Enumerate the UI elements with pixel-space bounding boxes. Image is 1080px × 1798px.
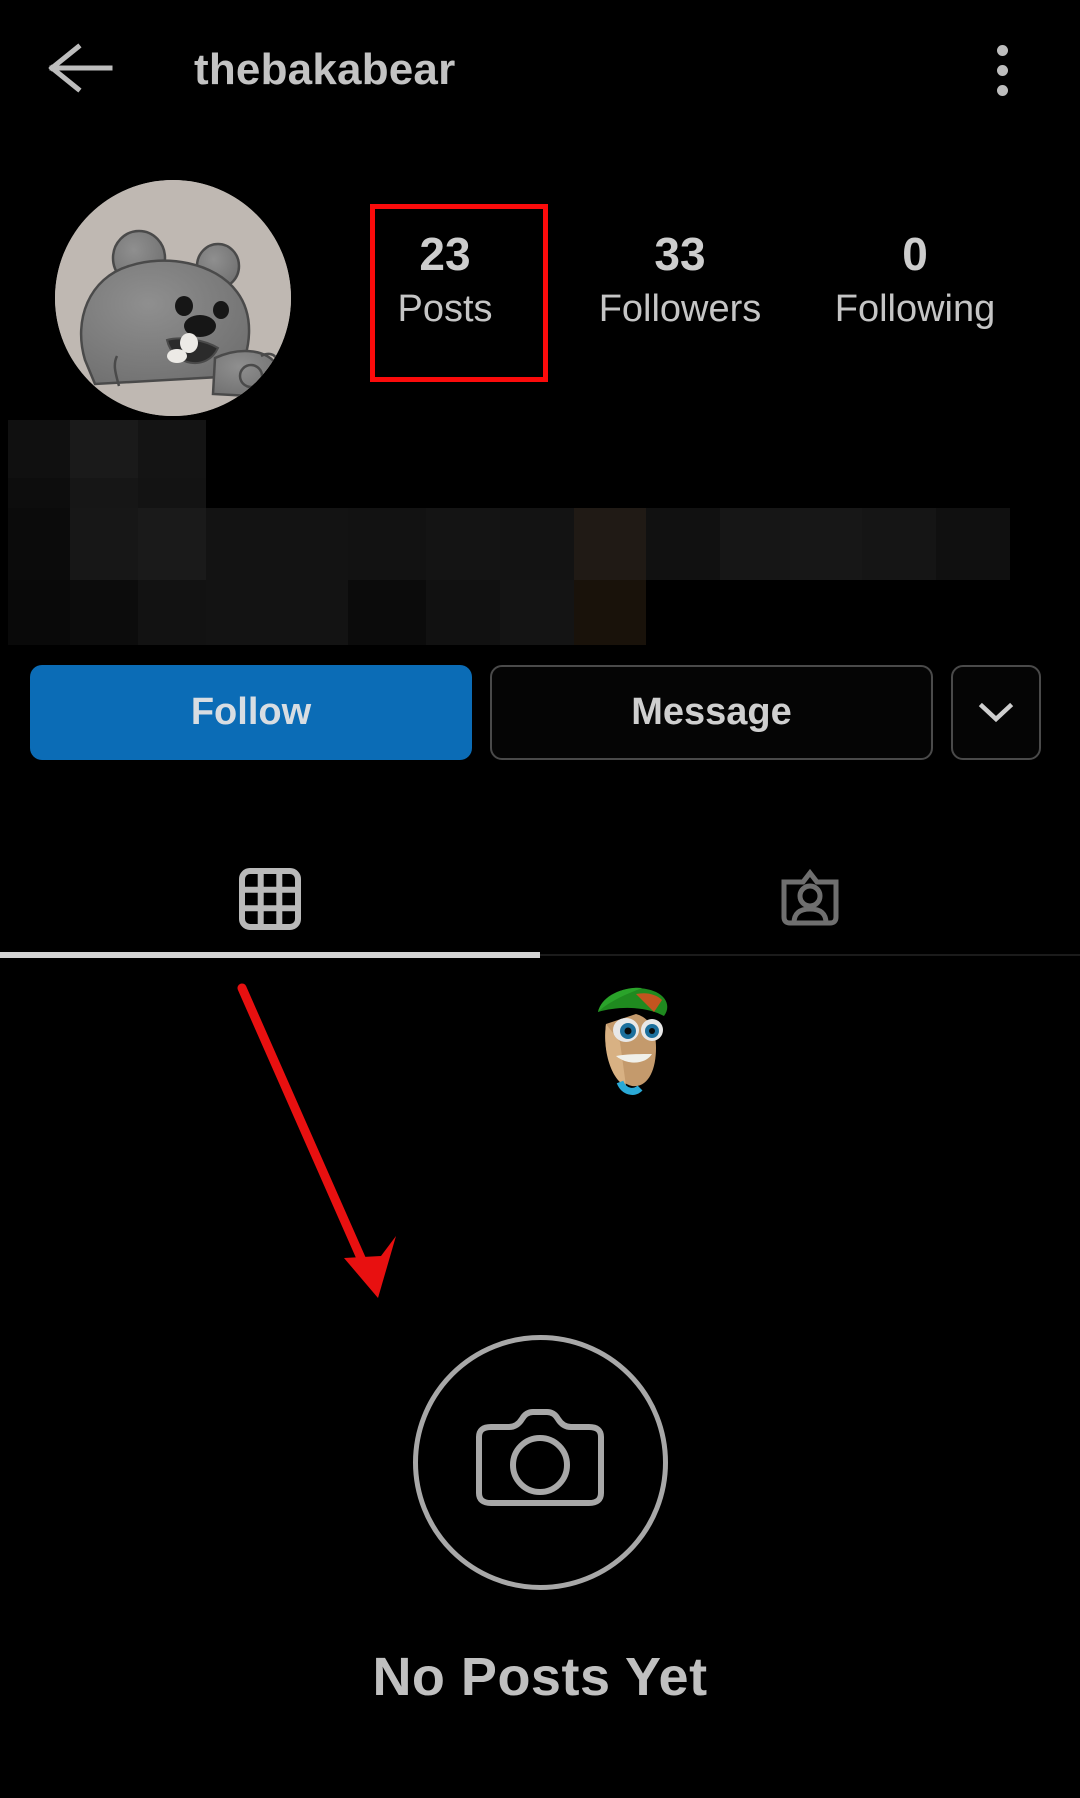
- profile-tabs: [0, 845, 1080, 957]
- message-button[interactable]: Message: [490, 664, 933, 760]
- overflow-menu-button[interactable]: [970, 28, 1034, 112]
- arrow-left-icon: [46, 42, 114, 99]
- profile-header: 23 Posts 33 Followers 0 Following: [0, 162, 1080, 416]
- followers-count: 33: [654, 228, 706, 280]
- stat-posts[interactable]: 23 Posts: [330, 202, 560, 335]
- bear-cartoon-avatar: [55, 180, 291, 416]
- more-options-button[interactable]: [951, 664, 1041, 760]
- tab-divider: [540, 954, 1080, 956]
- app-bar: thebakabear: [0, 0, 1080, 140]
- follow-button[interactable]: Follow: [30, 664, 472, 760]
- tab-tagged[interactable]: [540, 845, 1080, 957]
- followers-label: Followers: [598, 287, 762, 330]
- kebab-menu-icon-dot3: [996, 84, 1008, 96]
- profile-action-buttons: Follow Message: [30, 662, 1050, 762]
- following-label: Following: [834, 287, 996, 330]
- posts-label: Posts: [397, 287, 493, 330]
- camera-circle-icon: [412, 1335, 668, 1590]
- tab-active-indicator: [0, 952, 540, 958]
- kebab-menu-icon: [996, 44, 1008, 56]
- empty-state-title: No Posts Yet: [372, 1647, 708, 1707]
- bio-blurred-region: [0, 420, 1035, 645]
- following-count: 0: [902, 228, 928, 280]
- posts-count: 23: [419, 228, 471, 280]
- tab-grid[interactable]: [0, 845, 540, 957]
- profile-stats: 23 Posts 33 Followers 0 Following: [330, 202, 1030, 372]
- tagged-person-icon: [778, 868, 842, 935]
- stat-followers[interactable]: 33 Followers: [565, 202, 795, 335]
- chevron-down-icon: [977, 691, 1015, 734]
- cartoon-face-sticker: [576, 978, 680, 1096]
- grid-icon: [239, 867, 301, 935]
- page-title: thebakabear: [194, 45, 456, 94]
- back-button[interactable]: [38, 28, 122, 112]
- avatar[interactable]: [55, 180, 291, 416]
- stat-following[interactable]: 0 Following: [800, 202, 1030, 335]
- kebab-menu-icon-dot2: [996, 64, 1008, 76]
- empty-state: No Posts Yet: [0, 1335, 1080, 1708]
